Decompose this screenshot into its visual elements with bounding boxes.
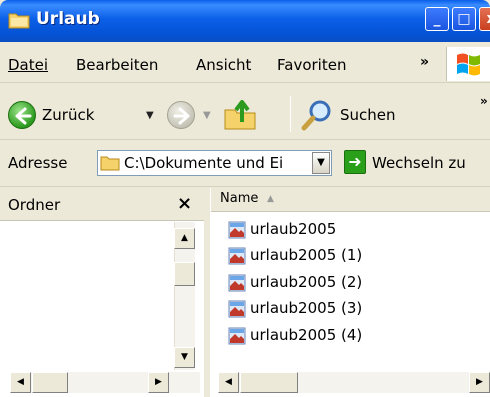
- back-dropdown-icon[interactable]: ▼: [146, 110, 154, 121]
- image-file-icon: [228, 221, 246, 239]
- windows-flag-icon: [457, 53, 480, 76]
- scroll-up-button[interactable]: ▲: [174, 228, 195, 249]
- menu-favoriten[interactable]: Favoriten: [277, 56, 346, 74]
- address-dropdown-button[interactable]: ▼: [312, 152, 330, 174]
- toolbar-separator: [290, 96, 291, 132]
- maximize-button[interactable]: □: [452, 7, 476, 31]
- menu-ansicht-label: Ansicht: [196, 56, 252, 74]
- column-name-header[interactable]: Name: [220, 191, 258, 206]
- file-name: urlaub2005 (3): [250, 299, 363, 317]
- forward-button[interactable]: [167, 101, 195, 129]
- folder-icon: [8, 13, 30, 29]
- menu-favoriten-label: Favoriten: [277, 56, 347, 74]
- minimize-button[interactable]: _: [425, 7, 449, 31]
- folder-up-icon[interactable]: [222, 96, 260, 132]
- image-file-icon: [228, 247, 246, 265]
- folder-hscroll-thumb[interactable]: [32, 372, 68, 393]
- go-button[interactable]: Wechseln zu: [372, 154, 466, 172]
- image-file-icon: [228, 274, 246, 292]
- menu-bearbeiten-label: Bearbeiten: [76, 56, 159, 74]
- sort-ascending-icon: ▲: [267, 194, 274, 204]
- back-arrow-icon: [15, 107, 32, 125]
- menu-datei[interactable]: Datei: [8, 56, 48, 74]
- folder-scroll-right-button[interactable]: ▶: [148, 372, 169, 393]
- file-scroll-right-button[interactable]: ▶: [469, 372, 490, 393]
- search-icon[interactable]: [300, 98, 334, 132]
- image-file-icon: [228, 327, 246, 345]
- go-arrow-icon[interactable]: ➜: [344, 150, 366, 174]
- file-name: urlaub2005: [250, 220, 337, 238]
- menu-datei-label: Datei: [8, 56, 49, 74]
- windows-logo: [446, 47, 490, 81]
- back-label[interactable]: Zurück: [42, 106, 94, 124]
- file-name: urlaub2005 (1): [250, 246, 363, 264]
- address-label: Adresse: [8, 154, 68, 172]
- column-header-divider: [210, 188, 212, 212]
- folder-pane-title: Ordner: [8, 196, 61, 214]
- menu-ansicht[interactable]: Ansicht: [196, 56, 251, 74]
- file-hscroll-thumb[interactable]: [240, 372, 298, 393]
- menu-overflow-chevron[interactable]: »: [420, 54, 429, 70]
- window-title: Urlaub: [36, 9, 100, 29]
- file-name: urlaub2005 (4): [250, 326, 363, 344]
- file-name: urlaub2005 (2): [250, 273, 363, 291]
- back-button[interactable]: [8, 101, 36, 129]
- folder-scroll-thumb[interactable]: [174, 262, 195, 286]
- forward-arrow-icon: [173, 107, 190, 125]
- file-scroll-left-button[interactable]: ◀: [218, 372, 239, 393]
- forward-dropdown-icon[interactable]: ▼: [203, 110, 211, 121]
- toolbar-overflow-chevron[interactable]: »: [480, 94, 488, 108]
- menu-bearbeiten[interactable]: Bearbeiten: [76, 56, 158, 74]
- address-folder-icon: [100, 156, 120, 171]
- folder-scroll-left-button[interactable]: ◀: [10, 372, 31, 393]
- image-file-icon: [228, 300, 246, 318]
- scroll-down-button[interactable]: ▼: [174, 347, 195, 368]
- address-value[interactable]: C:\Dokumente und Ei: [124, 154, 310, 172]
- folder-pane-close-button[interactable]: ×: [177, 193, 192, 214]
- search-label[interactable]: Suchen: [340, 106, 396, 124]
- close-button[interactable]: x: [479, 7, 490, 31]
